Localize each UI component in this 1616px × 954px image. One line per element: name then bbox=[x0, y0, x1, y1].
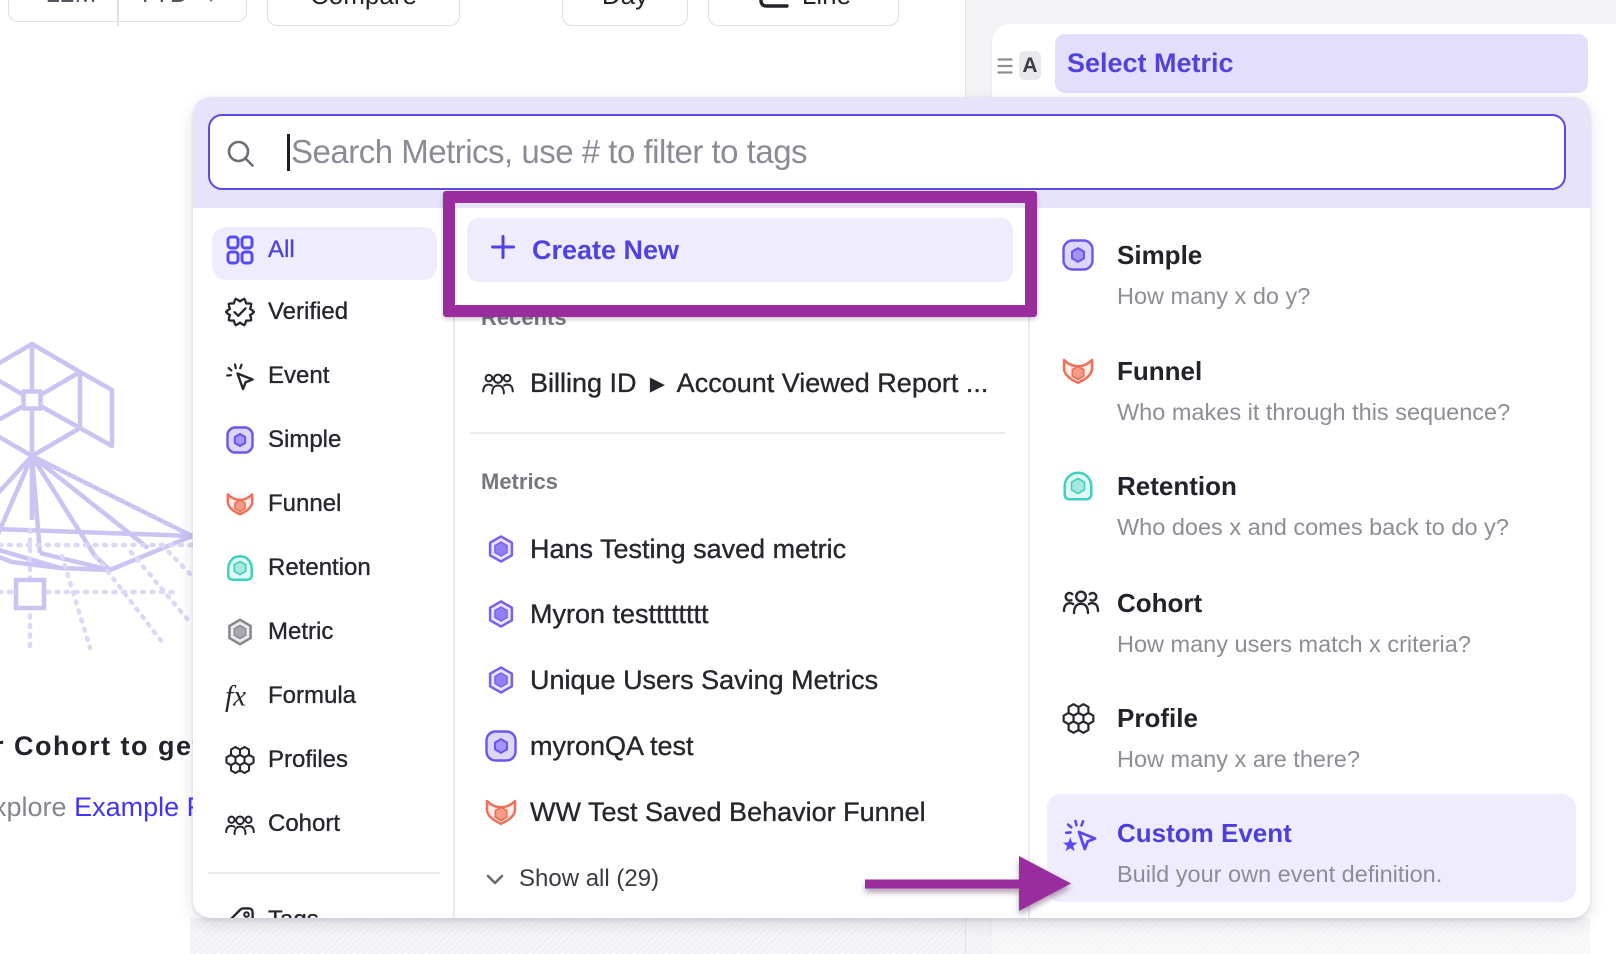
svg-text:fx: fx bbox=[225, 680, 246, 712]
